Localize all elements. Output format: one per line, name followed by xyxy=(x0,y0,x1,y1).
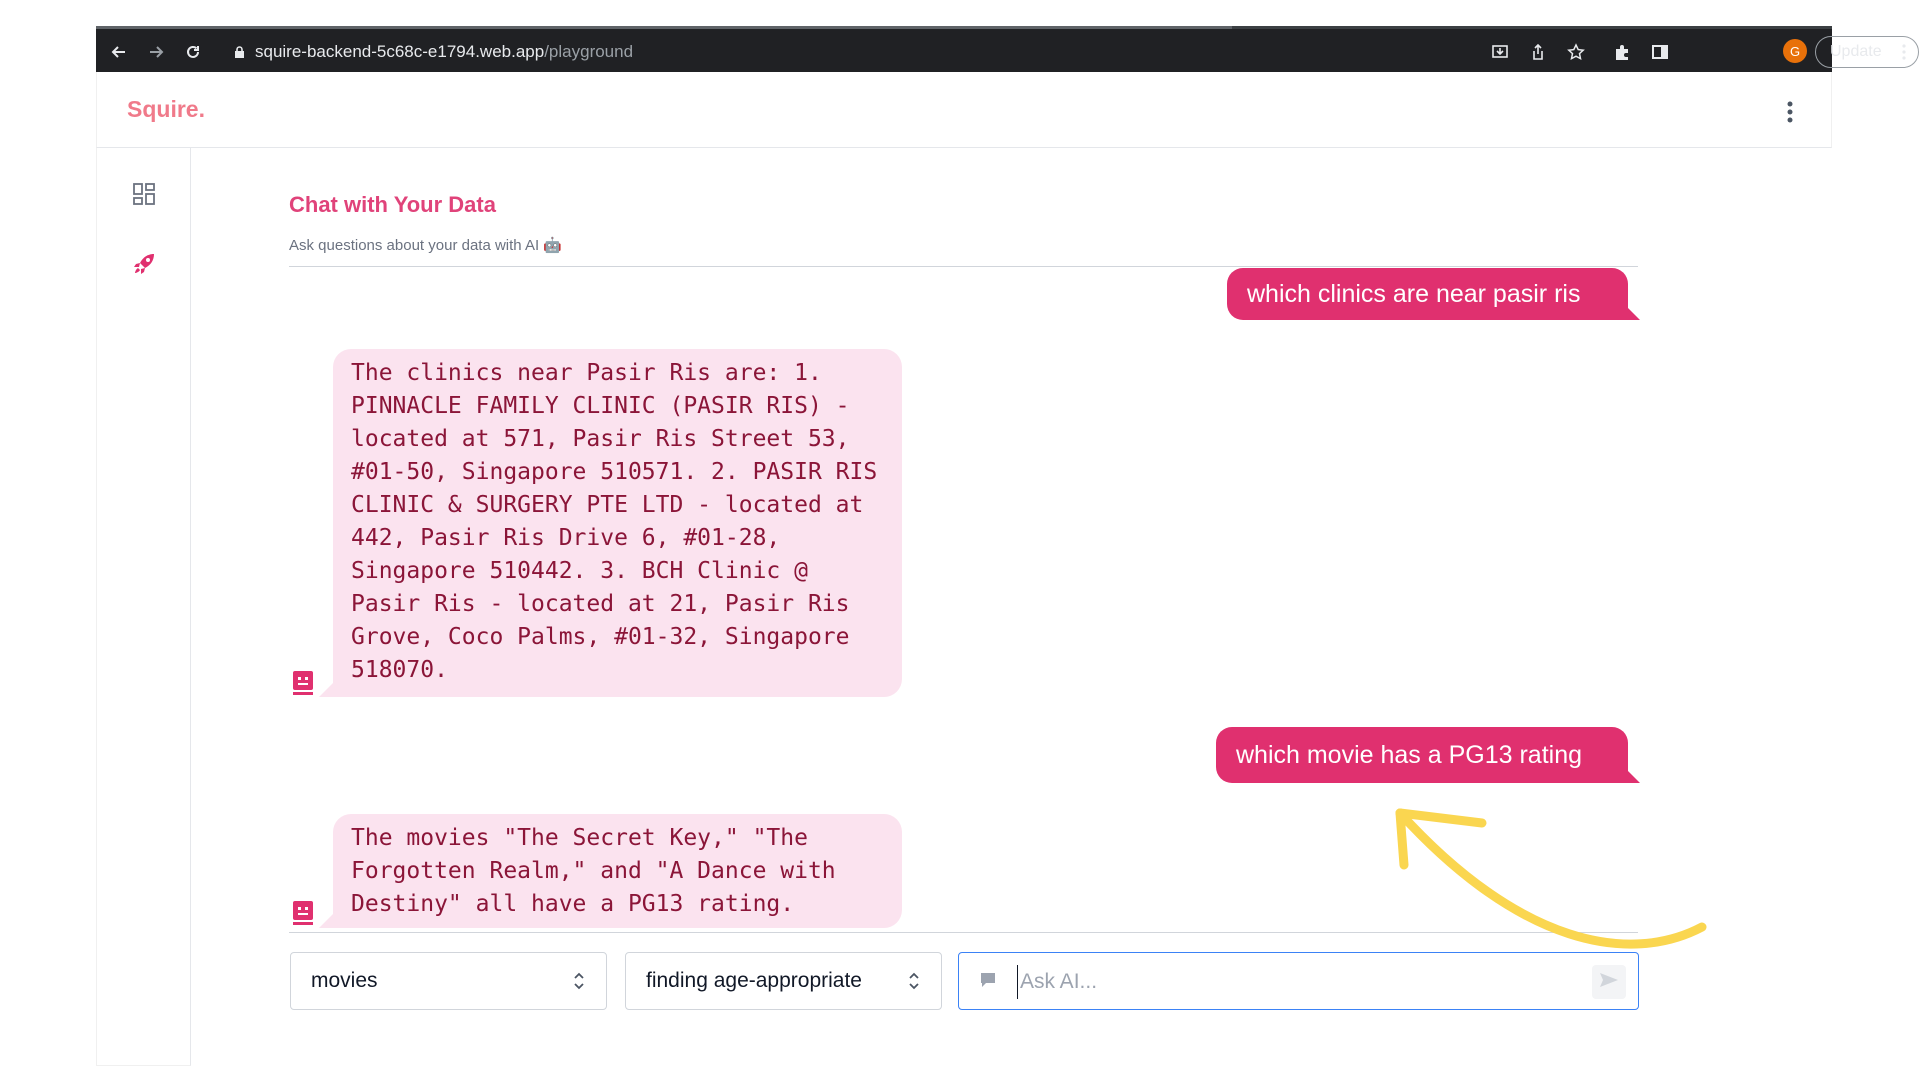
dashboard-icon[interactable] xyxy=(131,181,157,207)
update-button[interactable]: Update xyxy=(1815,36,1919,68)
dataset-select[interactable]: movies xyxy=(290,952,607,1010)
ask-ai-input[interactable] xyxy=(1017,965,1537,999)
install-icon[interactable] xyxy=(1489,41,1511,63)
bookmark-star-icon[interactable] xyxy=(1565,41,1587,63)
url-path: /playground xyxy=(544,42,634,61)
back-icon[interactable] xyxy=(108,41,130,63)
bubble-tail xyxy=(1626,306,1640,320)
message-text: The movies "The Secret Key," "The Forgot… xyxy=(351,825,836,917)
chat-bubble-icon xyxy=(979,971,997,994)
lock-icon xyxy=(234,45,245,59)
prompt-select-value: finding age-appropriate xyxy=(646,969,862,992)
bubble-tail xyxy=(1626,769,1640,783)
side-panel-icon[interactable] xyxy=(1649,41,1671,63)
bot-icon xyxy=(291,670,315,696)
extensions-icon[interactable] xyxy=(1611,41,1633,63)
bubble-tail xyxy=(319,914,333,928)
message-text: The clinics near Pasir Ris are: 1. PINNA… xyxy=(351,360,878,683)
reload-icon[interactable] xyxy=(182,41,204,63)
bubble-tail xyxy=(319,683,333,697)
divider xyxy=(289,266,1638,267)
profile-avatar[interactable]: G xyxy=(1783,39,1807,63)
prompt-select[interactable]: finding age-appropriate xyxy=(625,952,942,1010)
message-text: which clinics are near pasir ris xyxy=(1247,279,1581,308)
page-subtitle: Ask questions about your data with AI 🤖 xyxy=(289,237,562,254)
share-icon[interactable] xyxy=(1527,41,1549,63)
url-host: squire-backend-5c68c-e1794.web.app xyxy=(255,42,545,61)
chevron-up-down-icon xyxy=(572,970,586,998)
browser-menu-icon[interactable] xyxy=(1902,44,1906,65)
app-header: Squire. xyxy=(96,72,1832,148)
more-vert-icon[interactable] xyxy=(1787,100,1793,129)
sidebar xyxy=(96,148,191,1066)
ai-message: The movies "The Secret Key," "The Forgot… xyxy=(319,814,902,928)
send-button[interactable] xyxy=(1592,965,1626,999)
user-message: which clinics are near pasir ris xyxy=(1227,268,1640,320)
send-icon xyxy=(1599,972,1619,993)
bot-icon xyxy=(291,900,315,926)
forward-icon[interactable] xyxy=(145,41,167,63)
dataset-select-value: movies xyxy=(311,969,378,992)
address-bar[interactable]: squire-backend-5c68c-e1794.web.app/playg… xyxy=(224,36,1574,68)
annotation-arrow xyxy=(1380,795,1710,970)
page-title: Chat with Your Data xyxy=(289,192,496,217)
app-logo[interactable]: Squire. xyxy=(127,96,205,123)
rocket-icon[interactable] xyxy=(131,251,157,277)
chevron-up-down-icon xyxy=(907,970,921,998)
update-label: Update xyxy=(1830,43,1882,60)
ai-message: The clinics near Pasir Ris are: 1. PINNA… xyxy=(319,349,902,697)
browser-toolbar: squire-backend-5c68c-e1794.web.app/playg… xyxy=(96,26,1919,72)
message-text: which movie has a PG13 rating xyxy=(1236,740,1583,769)
page-load-progress xyxy=(96,26,1232,29)
user-message: which movie has a PG13 rating xyxy=(1216,727,1640,783)
